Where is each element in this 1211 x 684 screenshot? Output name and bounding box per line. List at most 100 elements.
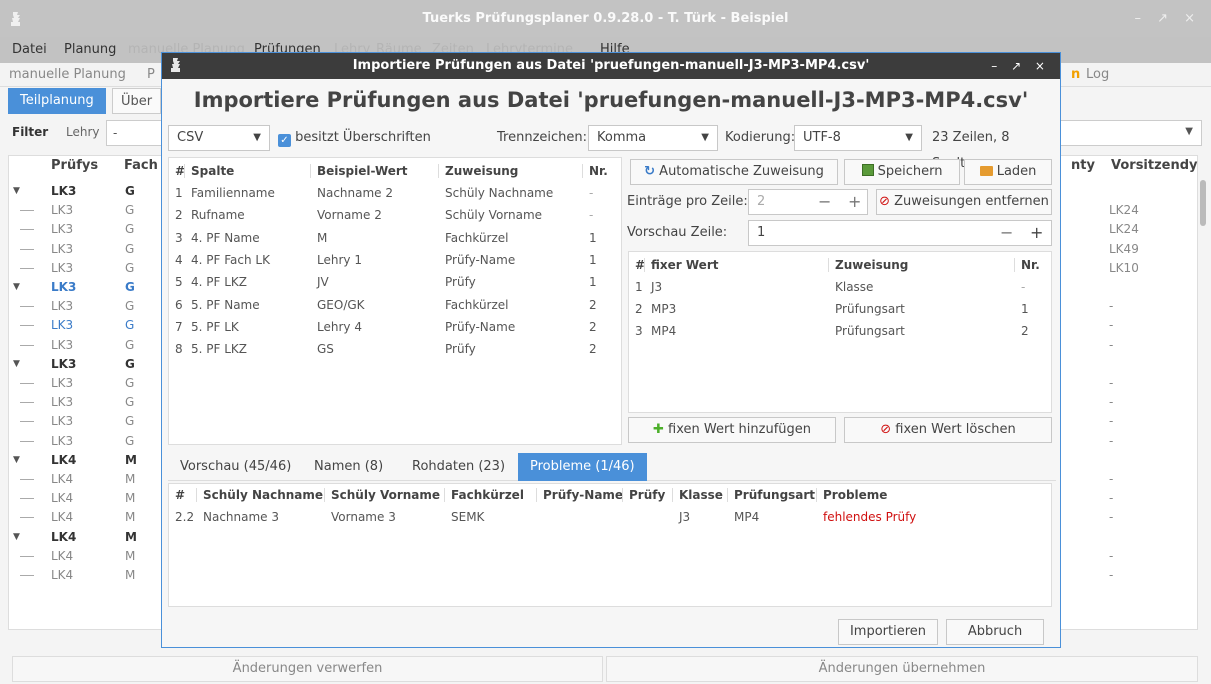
filter-select-right[interactable]: ▼ bbox=[1040, 120, 1202, 146]
table-cell: 1 bbox=[1021, 302, 1029, 316]
column-header[interactable]: Prüfy bbox=[629, 488, 665, 502]
tab-teilplanung[interactable]: Teilplanung bbox=[8, 88, 106, 114]
tree-cell-pruefys: LK3 bbox=[51, 203, 74, 218]
col-header-fach[interactable]: Fach bbox=[124, 158, 158, 173]
tree-row[interactable]: LK4 M bbox=[9, 508, 159, 527]
tree-row[interactable]: LK3 G bbox=[9, 220, 159, 239]
vorsitz-cell: LK24 bbox=[1109, 222, 1139, 237]
cancel-button[interactable]: Abbruch bbox=[946, 619, 1044, 645]
menu-datei[interactable]: Datei bbox=[6, 37, 53, 63]
tab-vorschau[interactable]: Vorschau (45/46) bbox=[168, 453, 303, 481]
tab-manuelle-planung[interactable]: manuelle Planung bbox=[2, 63, 133, 86]
vorsitz-cell: - bbox=[1109, 548, 1114, 563]
table-cell: 4. PF LKZ bbox=[191, 275, 247, 290]
discard-changes-button[interactable]: Änderungen verwerfen bbox=[12, 656, 603, 682]
tab-p[interactable]: P bbox=[140, 63, 162, 86]
col-header-pruefys[interactable]: Prüfys bbox=[51, 158, 98, 173]
remove-assignments-button[interactable]: ⊘ Zuweisungen entfernen bbox=[876, 189, 1052, 215]
apply-changes-button[interactable]: Änderungen übernehmen bbox=[606, 656, 1198, 682]
tree-row[interactable]: LK4 M bbox=[9, 470, 159, 489]
chevron-down-icon: ▼ bbox=[253, 132, 261, 143]
increment-icon[interactable]: + bbox=[848, 189, 861, 215]
tree-row[interactable]: LK3 G bbox=[9, 259, 159, 278]
tree-row[interactable]: ▼ LK3 G bbox=[9, 182, 159, 201]
tree-row[interactable]: ▼ LK3 G bbox=[9, 355, 159, 374]
main-window-controls[interactable]: – ↗ × bbox=[1134, 0, 1201, 37]
table-cell: Prüfy-Name bbox=[445, 319, 516, 334]
load-button[interactable]: Laden bbox=[964, 159, 1052, 185]
column-header[interactable]: Schüly Nachname bbox=[203, 488, 323, 502]
column-header[interactable]: fixer Wert bbox=[651, 258, 718, 272]
tree-row[interactable]: LK3 G bbox=[9, 316, 159, 335]
tree-row[interactable]: LK3 G bbox=[9, 240, 159, 259]
import-button[interactable]: Importieren bbox=[838, 619, 938, 645]
expand-arrow-icon[interactable]: ▼ bbox=[13, 359, 20, 369]
expand-arrow-icon[interactable]: ▼ bbox=[13, 532, 20, 542]
tree-row[interactable]: LK3 G bbox=[9, 336, 159, 355]
no-entry-icon: ⊘ bbox=[879, 194, 890, 209]
tree-row[interactable]: LK4 M bbox=[9, 547, 159, 566]
table-cell: 4 bbox=[175, 252, 183, 267]
column-header[interactable]: # bbox=[175, 488, 185, 502]
add-fixed-value-button[interactable]: ✚ fixen Wert hinzufügen bbox=[628, 417, 836, 443]
save-button[interactable]: Speichern bbox=[844, 159, 960, 185]
tree-cell-pruefys: LK3 bbox=[51, 241, 74, 256]
column-header[interactable]: Probleme bbox=[823, 488, 887, 502]
column-header[interactable]: Nr. bbox=[589, 164, 608, 178]
tab-rohdaten[interactable]: Rohdaten (23) bbox=[400, 453, 517, 481]
tree-cell-fach: M bbox=[125, 548, 136, 563]
tree-row[interactable]: LK3 G bbox=[9, 201, 159, 220]
encoding-select[interactable]: UTF-8 ▼ bbox=[794, 125, 922, 151]
tree-row[interactable]: ▼ LK4 M bbox=[9, 528, 159, 547]
has-headers-checkbox[interactable]: ✓ besitzt Überschriften bbox=[278, 125, 431, 151]
expand-arrow-icon[interactable]: ▼ bbox=[13, 282, 20, 292]
tree-row[interactable]: ▼ LK4 M bbox=[9, 451, 159, 470]
tab-log[interactable]: Log bbox=[1079, 63, 1116, 86]
tab-uebersicht[interactable]: Über bbox=[112, 88, 162, 114]
column-header[interactable]: Zuweisung bbox=[835, 258, 908, 272]
table-cell: Fachkürzel bbox=[445, 230, 509, 245]
tree-cell-fach: M bbox=[125, 491, 136, 506]
expand-arrow-icon[interactable]: ▼ bbox=[13, 455, 20, 465]
tree-scrollbar[interactable] bbox=[1200, 180, 1206, 226]
menu-planung[interactable]: Planung bbox=[58, 37, 122, 63]
tab-namen[interactable]: Namen (8) bbox=[302, 453, 395, 481]
table-cell: Vorname 3 bbox=[331, 510, 396, 524]
decrement-icon[interactable]: − bbox=[818, 189, 831, 215]
column-header[interactable]: Klasse bbox=[679, 488, 723, 502]
column-header[interactable]: Prüfungsart bbox=[734, 488, 815, 502]
tree-row[interactable]: LK3 G bbox=[9, 297, 159, 316]
expand-arrow-icon[interactable]: ▼ bbox=[13, 186, 20, 196]
table-cell: 2.2 bbox=[175, 510, 195, 524]
filter-select[interactable]: - bbox=[106, 120, 166, 146]
col-header-nty[interactable]: nty bbox=[1071, 158, 1095, 173]
format-select[interactable]: CSV ▼ bbox=[168, 125, 270, 151]
dialog-window-controls[interactable]: – ↗ × bbox=[991, 53, 1050, 79]
auto-assign-button[interactable]: ↻ Automatische Zuweisung bbox=[630, 159, 838, 185]
column-header[interactable]: Fachkürzel bbox=[451, 488, 524, 502]
tree-row[interactable]: LK3 G bbox=[9, 393, 159, 412]
column-header[interactable]: Schüly Vorname bbox=[331, 488, 440, 502]
tree-row[interactable]: LK3 G bbox=[9, 432, 159, 451]
tab-probleme[interactable]: Probleme (1/46) bbox=[518, 453, 647, 481]
tree-row[interactable]: LK3 G bbox=[9, 374, 159, 393]
encoding-label: Kodierung: bbox=[725, 130, 796, 145]
tree-cell-pruefys: LK3 bbox=[51, 376, 74, 390]
tree-row[interactable]: ▼ LK3 G bbox=[9, 278, 159, 297]
column-header[interactable]: Spalte bbox=[191, 164, 234, 178]
tree-row[interactable]: LK3 G bbox=[9, 412, 159, 431]
column-header[interactable]: Zuweisung bbox=[445, 164, 518, 178]
separator-select[interactable]: Komma ▼ bbox=[588, 125, 718, 151]
tree-line bbox=[20, 440, 34, 442]
chevron-down-icon: ▼ bbox=[905, 132, 913, 143]
increment-icon[interactable]: + bbox=[1030, 220, 1043, 246]
tree-row[interactable]: LK4 M bbox=[9, 566, 159, 585]
delete-fixed-value-button[interactable]: ⊘ fixen Wert löschen bbox=[844, 417, 1052, 443]
table-cell: 8 bbox=[175, 342, 183, 357]
tree-row[interactable]: LK4 M bbox=[9, 489, 159, 508]
col-header-vorsitzendy[interactable]: Vorsitzendy bbox=[1111, 158, 1198, 173]
column-header[interactable]: Prüfy-Name bbox=[543, 488, 623, 502]
column-header[interactable]: Beispiel-Wert bbox=[317, 164, 408, 178]
decrement-icon[interactable]: − bbox=[1000, 220, 1013, 246]
column-header[interactable]: Nr. bbox=[1021, 258, 1040, 272]
